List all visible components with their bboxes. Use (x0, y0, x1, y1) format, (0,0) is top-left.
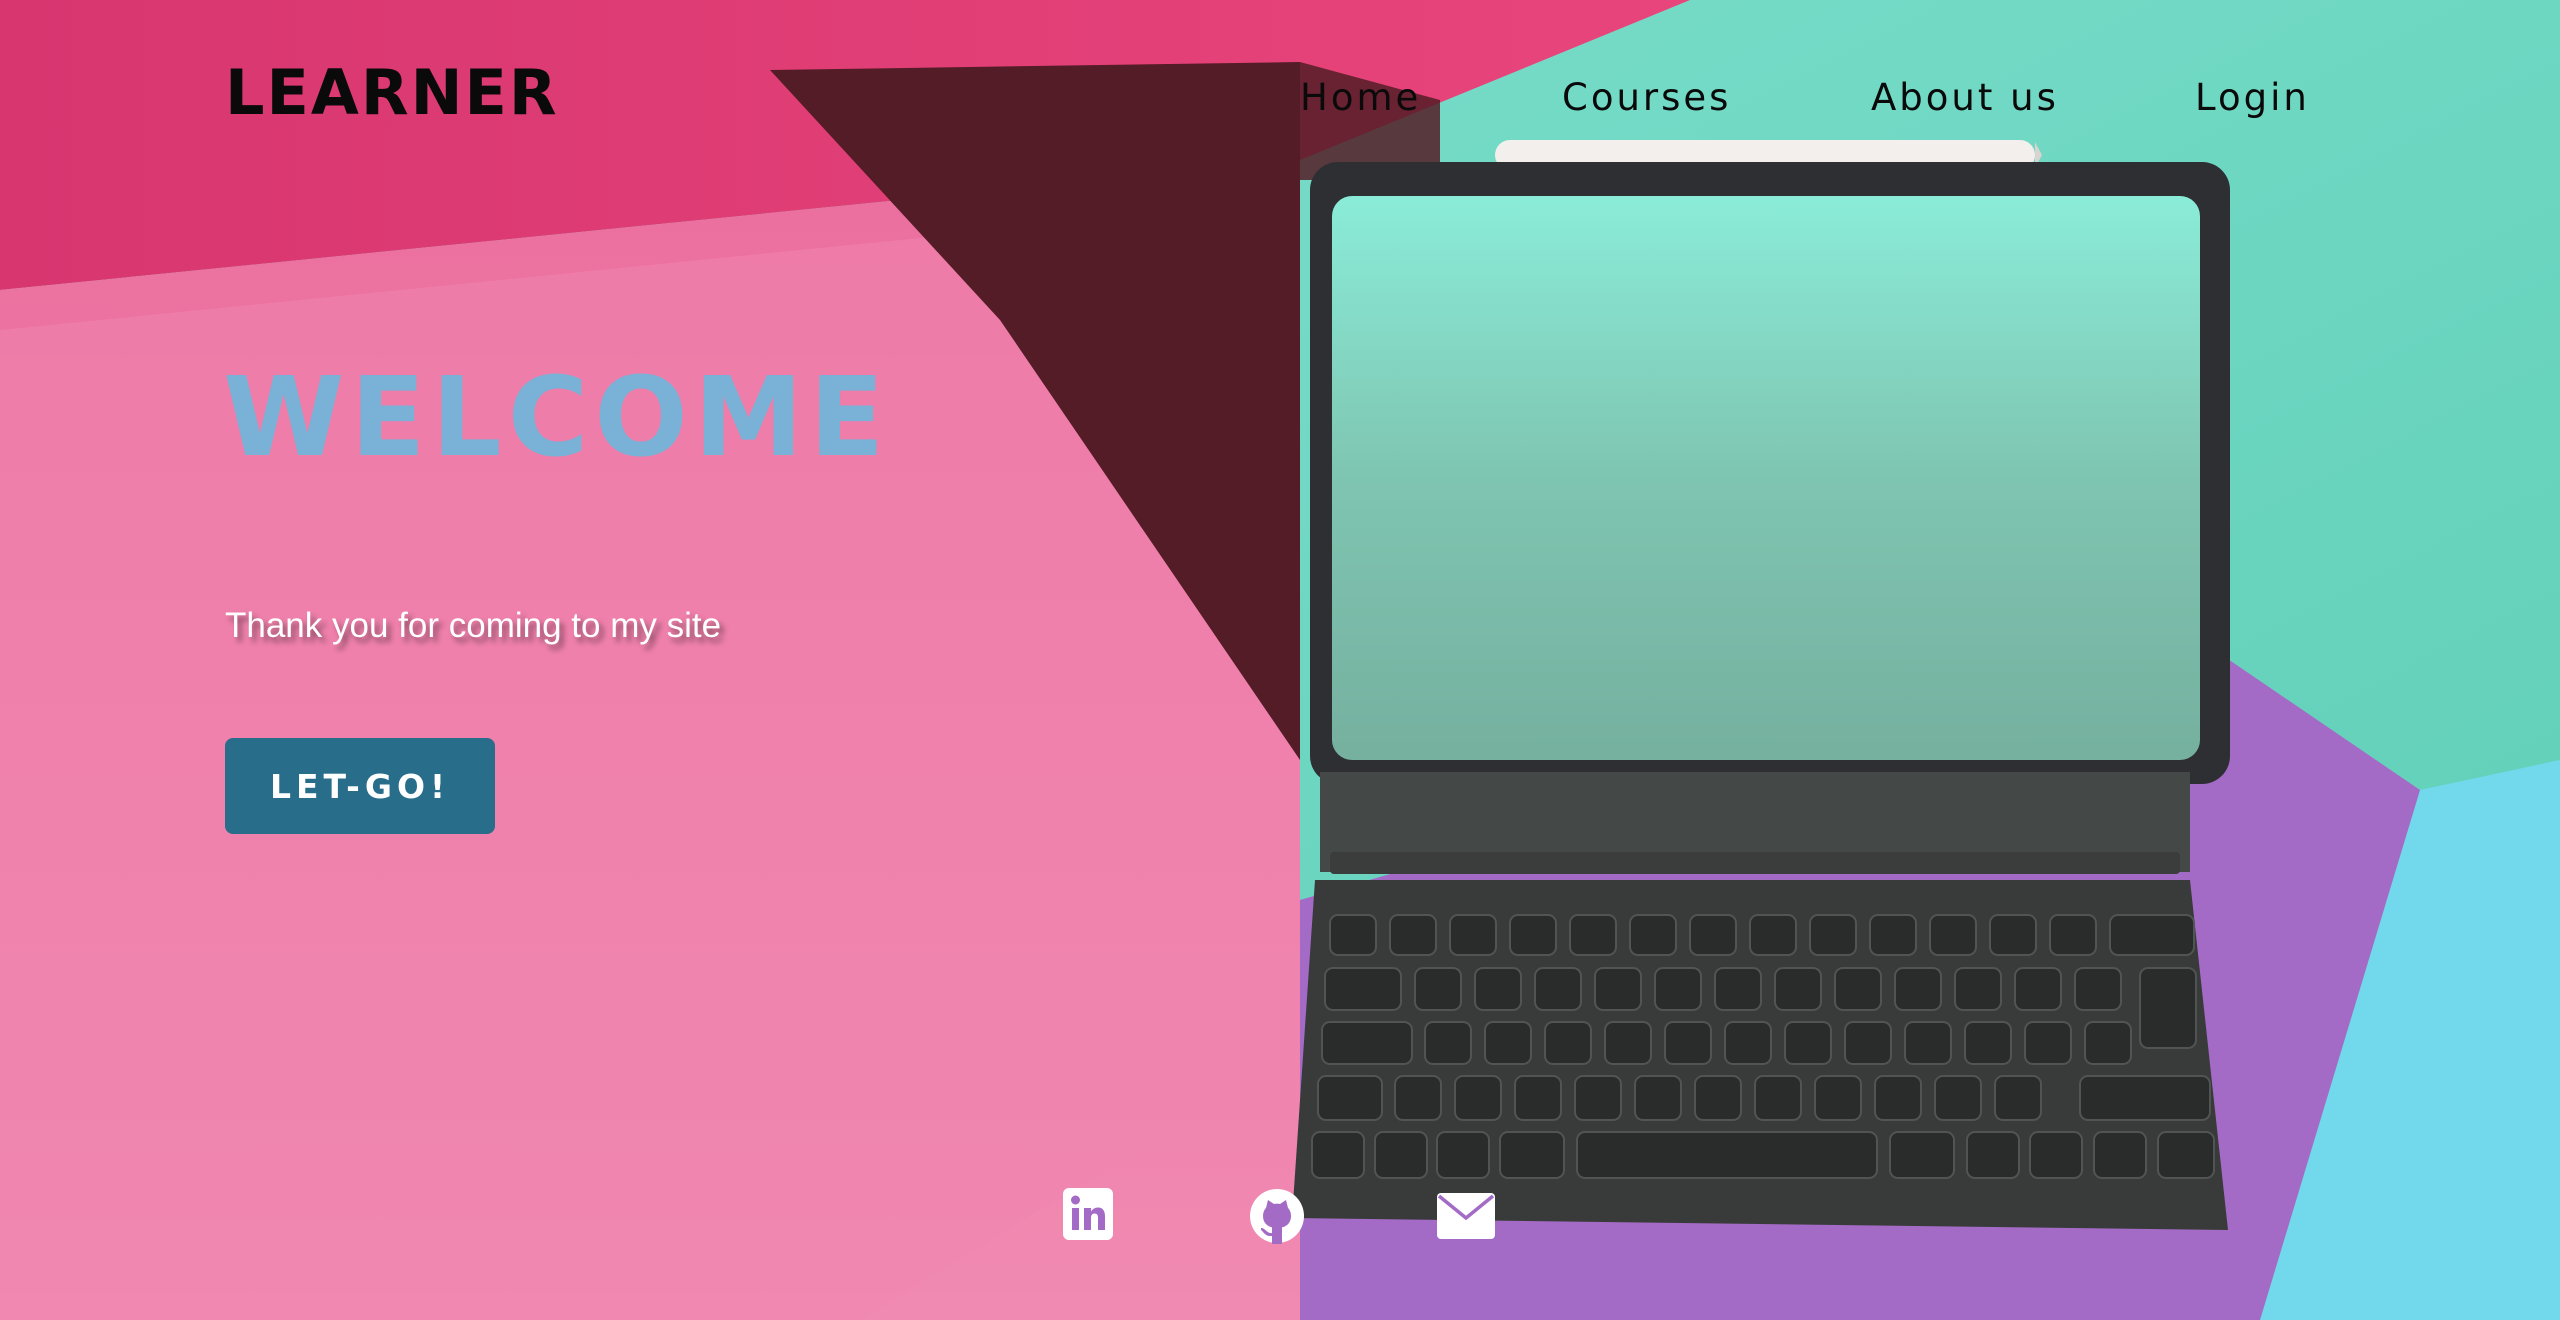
mail-icon[interactable] (1437, 1188, 1495, 1244)
lets-go-button[interactable]: LET-GO! (225, 738, 495, 834)
nav-link-courses[interactable]: Courses (1562, 76, 1731, 120)
main-nav: Home Courses About us Login (0, 76, 2560, 120)
nav-link-login[interactable]: Login (2195, 76, 2310, 120)
nav-link-about-us[interactable]: About us (1871, 76, 2059, 120)
github-icon[interactable] (1249, 1188, 1305, 1244)
linkedin-icon[interactable] (1063, 1188, 1113, 1244)
hero-tagline: Thank you for coming to my site (225, 606, 722, 645)
nav-link-home[interactable]: Home (1300, 76, 1421, 120)
hero-background-image (0, 0, 2560, 1320)
hero-title: WELCOME (223, 353, 891, 481)
